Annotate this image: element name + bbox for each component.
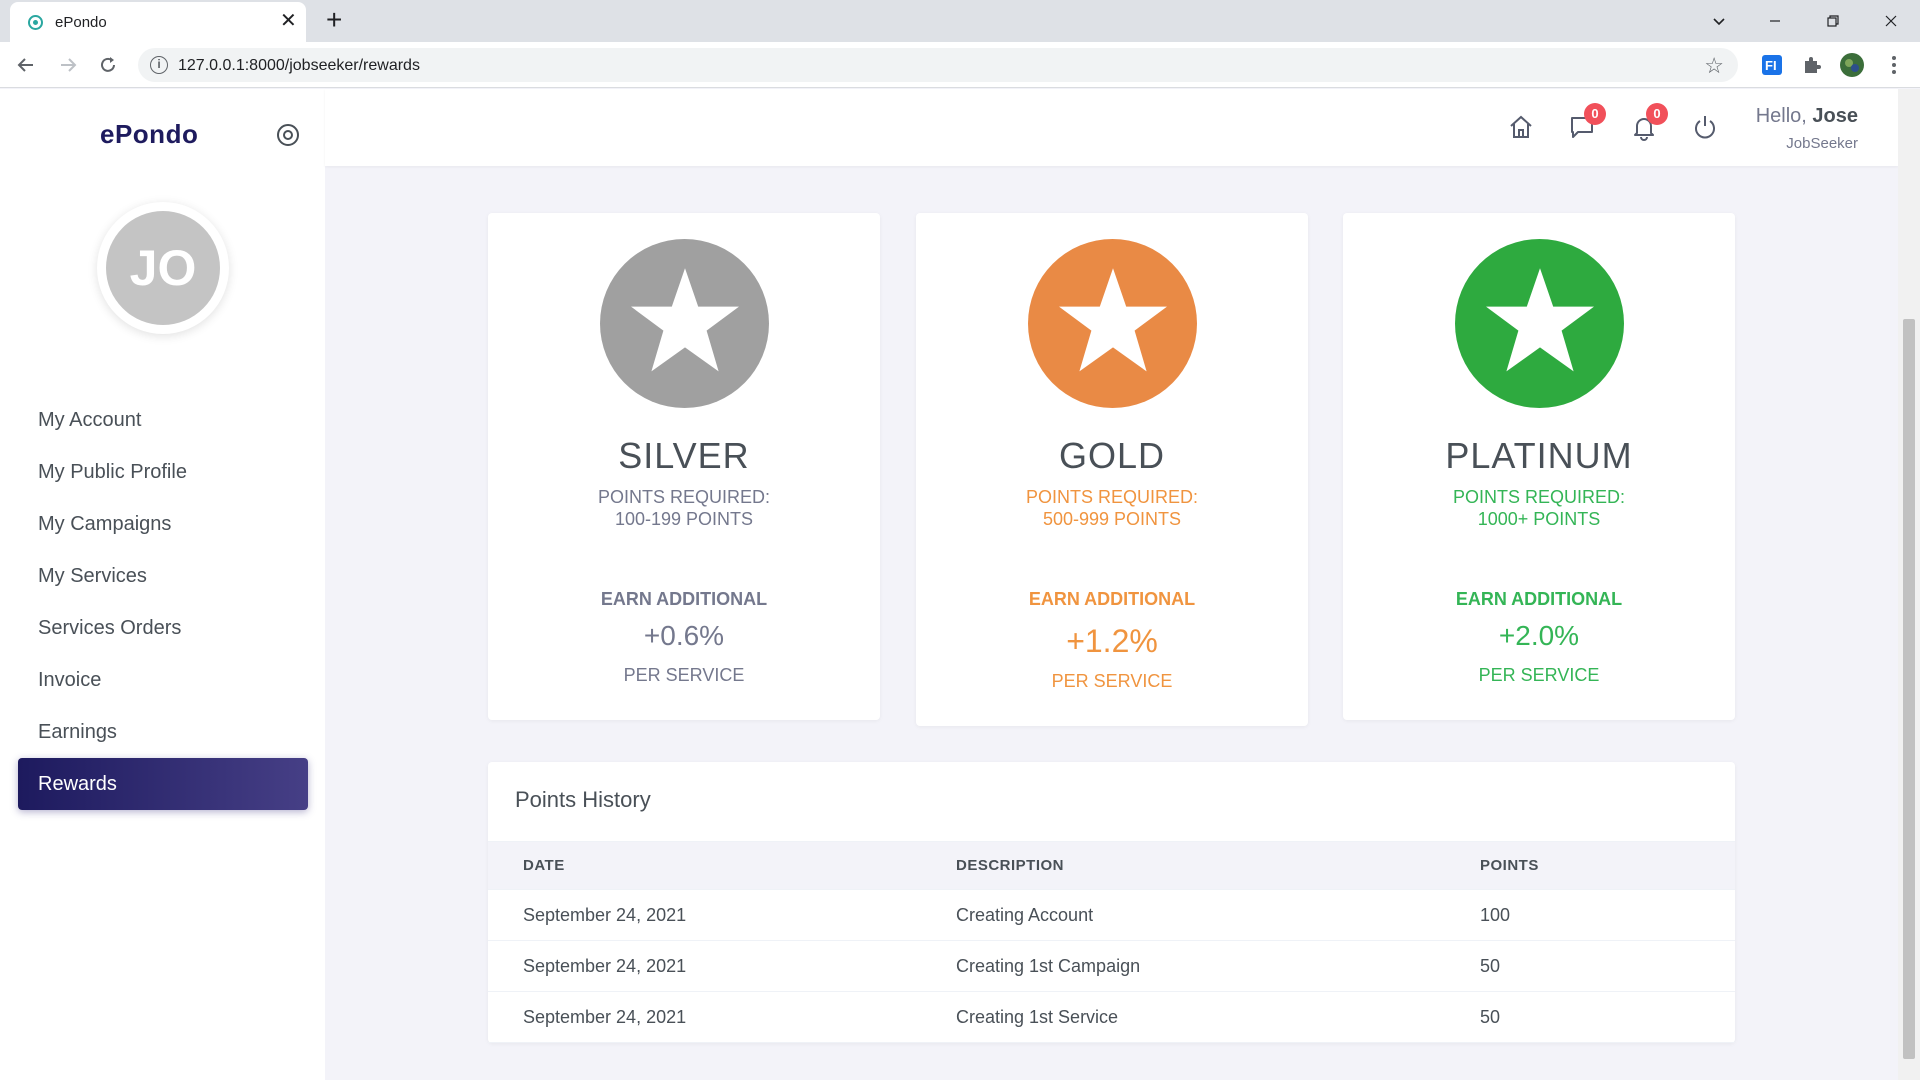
- scrollbar-thumb[interactable]: [1903, 319, 1915, 1059]
- power-logout-icon[interactable]: [1691, 113, 1721, 143]
- earn-percent: +1.2%: [1066, 623, 1158, 659]
- page-scrollbar[interactable]: [1898, 89, 1920, 1080]
- cell-description: Creating 1st Service: [956, 991, 1480, 1043]
- messages-badge: 0: [1584, 103, 1606, 125]
- sidebar-item-invoice[interactable]: Invoice: [18, 654, 308, 706]
- top-header: 0 0 Hello, Jose JobSeeker: [325, 89, 1898, 166]
- tier-card-platinum: PLATINUM POINTS REQUIRED: 1000+ POINTS E…: [1343, 213, 1735, 720]
- points-required-label: POINTS REQUIRED:: [1025, 487, 1199, 507]
- points-history-table: DATE DESCRIPTION POINTS September 24, 20…: [488, 841, 1735, 1043]
- earn-percent: +2.0%: [1498, 620, 1580, 651]
- earn-additional-label: EARN ADDITIONAL: [1028, 589, 1196, 609]
- earn-additional-label: EARN ADDITIONAL: [1455, 589, 1623, 609]
- tier-name: GOLD: [1058, 435, 1166, 476]
- table-row: September 24, 2021 Creating 1st Campaign…: [488, 940, 1735, 992]
- silver-star-icon: [600, 239, 769, 408]
- svg-text:FI: FI: [1765, 58, 1777, 73]
- forward-icon[interactable]: [54, 51, 82, 79]
- close-tab-icon[interactable]: ✕: [280, 11, 297, 31]
- extension-fi-icon[interactable]: FI: [1760, 53, 1784, 77]
- extensions-puzzle-icon[interactable]: [1800, 53, 1824, 77]
- cell-points: 50: [1480, 940, 1735, 992]
- sidebar-item-rewards[interactable]: Rewards: [18, 758, 308, 810]
- tier-name: PLATINUM: [1445, 435, 1633, 476]
- favicon-icon: [28, 15, 43, 30]
- avatar[interactable]: JO: [97, 202, 229, 334]
- sidebar-item-earnings[interactable]: Earnings: [18, 706, 308, 758]
- tier-name: SILVER: [618, 435, 750, 476]
- sidebar-item-my-services[interactable]: My Services: [18, 550, 308, 602]
- per-service-label: PER SERVICE: [1478, 665, 1600, 685]
- earn-additional-label: EARN ADDITIONAL: [600, 589, 768, 609]
- sidebar-item-my-public-profile[interactable]: My Public Profile: [18, 446, 308, 498]
- per-service-label: PER SERVICE: [1051, 671, 1173, 691]
- url-text[interactable]: 127.0.0.1:8000/jobseeker/rewards: [178, 57, 420, 75]
- table-row: September 24, 2021 Creating 1st Service …: [488, 991, 1735, 1043]
- home-icon[interactable]: [1507, 113, 1537, 143]
- table-header-row: DATE DESCRIPTION POINTS: [488, 841, 1735, 890]
- cell-date: September 24, 2021: [488, 889, 956, 941]
- points-required-range: 100-199 POINTS: [614, 509, 754, 529]
- browser-tab[interactable]: ePondo ✕: [10, 2, 306, 42]
- minimize-icon[interactable]: [1760, 6, 1790, 36]
- address-bar[interactable]: i 127.0.0.1:8000/jobseeker/rewards ☆: [138, 48, 1738, 82]
- tier-card-silver: SILVER POINTS REQUIRED: 100-199 POINTS E…: [488, 213, 880, 720]
- points-required-label: POINTS REQUIRED:: [597, 487, 771, 507]
- table-row: September 24, 2021 Creating Account 100: [488, 889, 1735, 941]
- sidebar-item-my-account[interactable]: My Account: [18, 394, 308, 446]
- restore-icon[interactable]: [1818, 6, 1848, 36]
- platinum-star-icon: [1455, 239, 1624, 408]
- new-tab-icon[interactable]: +: [326, 6, 342, 34]
- cell-points: 50: [1480, 991, 1735, 1043]
- cell-date: September 24, 2021: [488, 940, 956, 992]
- close-window-icon[interactable]: [1876, 6, 1906, 36]
- browser-tab-strip: ePondo ✕ +: [0, 0, 1920, 42]
- notifications-bell-icon[interactable]: 0: [1630, 103, 1668, 143]
- back-icon[interactable]: [12, 51, 40, 79]
- points-required-range: 1000+ POINTS: [1477, 509, 1601, 529]
- notifications-badge: 0: [1646, 103, 1668, 125]
- cell-points: 100: [1480, 889, 1735, 941]
- bookmark-star-icon[interactable]: ☆: [1704, 53, 1724, 79]
- column-header-description: DESCRIPTION: [956, 841, 1480, 890]
- user-role: JobSeeker: [1786, 135, 1858, 152]
- browser-toolbar: i 127.0.0.1:8000/jobseeker/rewards ☆ FI: [0, 42, 1920, 88]
- toggle-sidebar-icon[interactable]: [276, 123, 300, 147]
- tab-title: ePondo: [55, 14, 107, 31]
- points-history-card: Points History DATE DESCRIPTION POINTS S…: [488, 762, 1735, 1043]
- points-required: POINTS REQUIRED: 100-199 POINTS: [488, 486, 880, 530]
- user-greeting[interactable]: Hello, Jose: [1756, 105, 1858, 128]
- cell-description: Creating 1st Campaign: [956, 940, 1480, 992]
- points-required: POINTS REQUIRED: 500-999 POINTS: [916, 486, 1308, 530]
- cell-description: Creating Account: [956, 889, 1480, 941]
- profile-avatar-icon[interactable]: [1840, 53, 1864, 77]
- cell-date: September 24, 2021: [488, 991, 956, 1043]
- messages-icon[interactable]: 0: [1568, 103, 1606, 143]
- points-required-range: 500-999 POINTS: [1042, 509, 1182, 529]
- sidebar-item-my-campaigns[interactable]: My Campaigns: [18, 498, 308, 550]
- brand-logo[interactable]: ePondo: [100, 119, 198, 150]
- avatar-initials: JO: [106, 211, 220, 325]
- per-service-label: PER SERVICE: [623, 665, 745, 685]
- tier-card-gold: GOLD POINTS REQUIRED: 500-999 POINTS EAR…: [916, 213, 1308, 726]
- greeting-text: Hello,: [1755, 105, 1807, 127]
- sidebar-menu: My Account My Public Profile My Campaign…: [18, 394, 308, 810]
- user-name: Jose: [1812, 105, 1858, 127]
- points-history-title: Points History: [515, 787, 651, 812]
- browser-menu-icon[interactable]: [1882, 53, 1906, 77]
- reload-icon[interactable]: [94, 51, 122, 79]
- points-required-label: POINTS REQUIRED:: [1452, 487, 1626, 507]
- earn-percent: +0.6%: [643, 620, 725, 651]
- sidebar: ePondo JO My Account My Public Profile M…: [0, 89, 325, 1080]
- sidebar-item-services-orders[interactable]: Services Orders: [18, 602, 308, 654]
- points-required: POINTS REQUIRED: 1000+ POINTS: [1343, 486, 1735, 530]
- site-info-icon[interactable]: i: [150, 56, 168, 74]
- column-header-date: DATE: [488, 841, 956, 890]
- column-header-points: POINTS: [1480, 841, 1735, 890]
- tab-search-icon[interactable]: [1704, 6, 1734, 36]
- gold-star-icon: [1028, 239, 1197, 408]
